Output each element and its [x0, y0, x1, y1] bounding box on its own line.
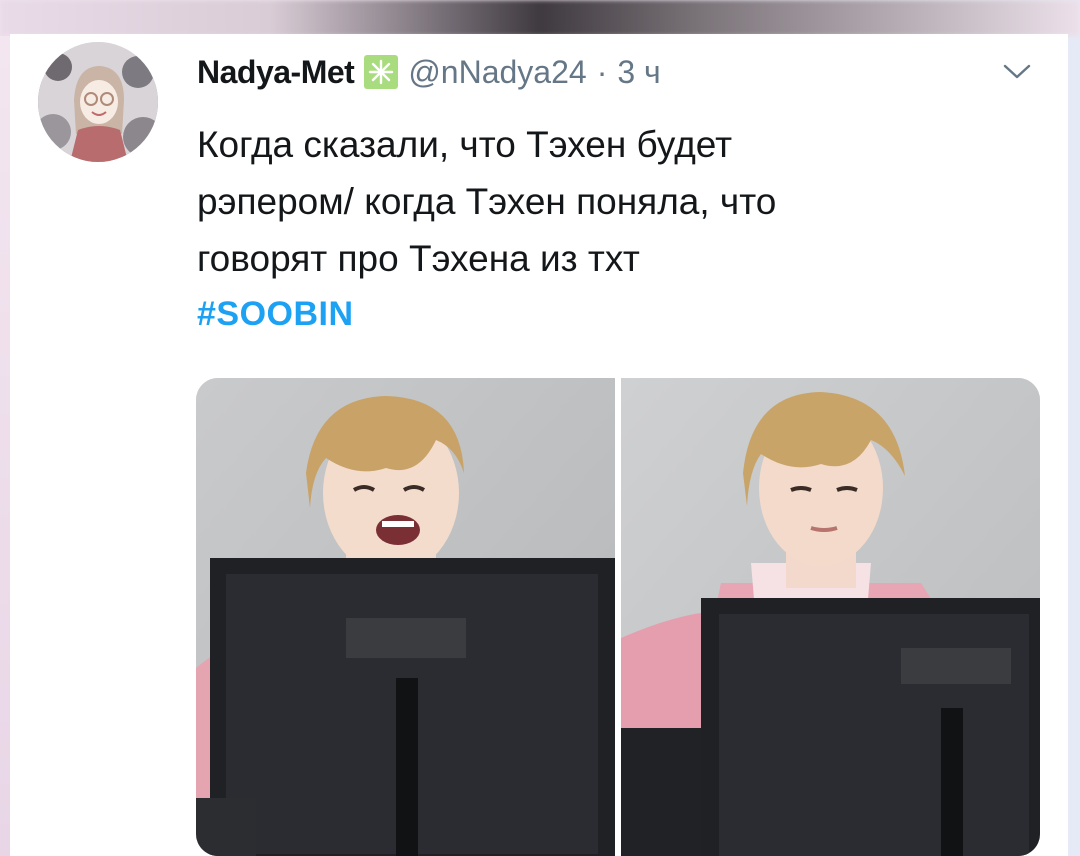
avatar-illustration — [38, 42, 158, 162]
photo-laughing[interactable] — [196, 378, 615, 856]
snowflake-icon — [364, 55, 399, 89]
photo-laughing-illustration — [196, 378, 615, 856]
tweet-timestamp[interactable]: 3 ч — [617, 54, 660, 91]
tweet-text-line: Когда сказали, что Тэхен будет — [197, 124, 733, 165]
media-grid[interactable] — [196, 378, 1040, 856]
tweet-text-line: говорят про Тэхена из тхт — [197, 238, 640, 279]
blurred-top-strip — [0, 0, 1080, 36]
chevron-down-icon[interactable] — [1000, 58, 1034, 84]
separator-dot: · — [596, 53, 608, 90]
hashtag-link[interactable]: #SOOBIN — [197, 295, 354, 334]
display-name[interactable]: Nadya-Met — [197, 54, 355, 91]
avatar[interactable] — [38, 42, 158, 162]
tweet-card[interactable]: Nadya-Met @nNadya24 · 3 ч Когда сказали,… — [10, 34, 1068, 856]
tweet-header: Nadya-Met @nNadya24 · 3 ч — [197, 50, 661, 94]
user-handle[interactable]: @nNadya24 — [408, 54, 586, 91]
photo-neutral[interactable] — [621, 378, 1040, 856]
photo-neutral-illustration — [621, 378, 1040, 856]
left-edge-strip — [0, 36, 10, 856]
tweet-text: Когда сказали, что Тэхен будет рэпером/ … — [197, 116, 997, 287]
tweet-text-line: рэпером/ когда Тэхен поняла, что — [197, 181, 777, 222]
